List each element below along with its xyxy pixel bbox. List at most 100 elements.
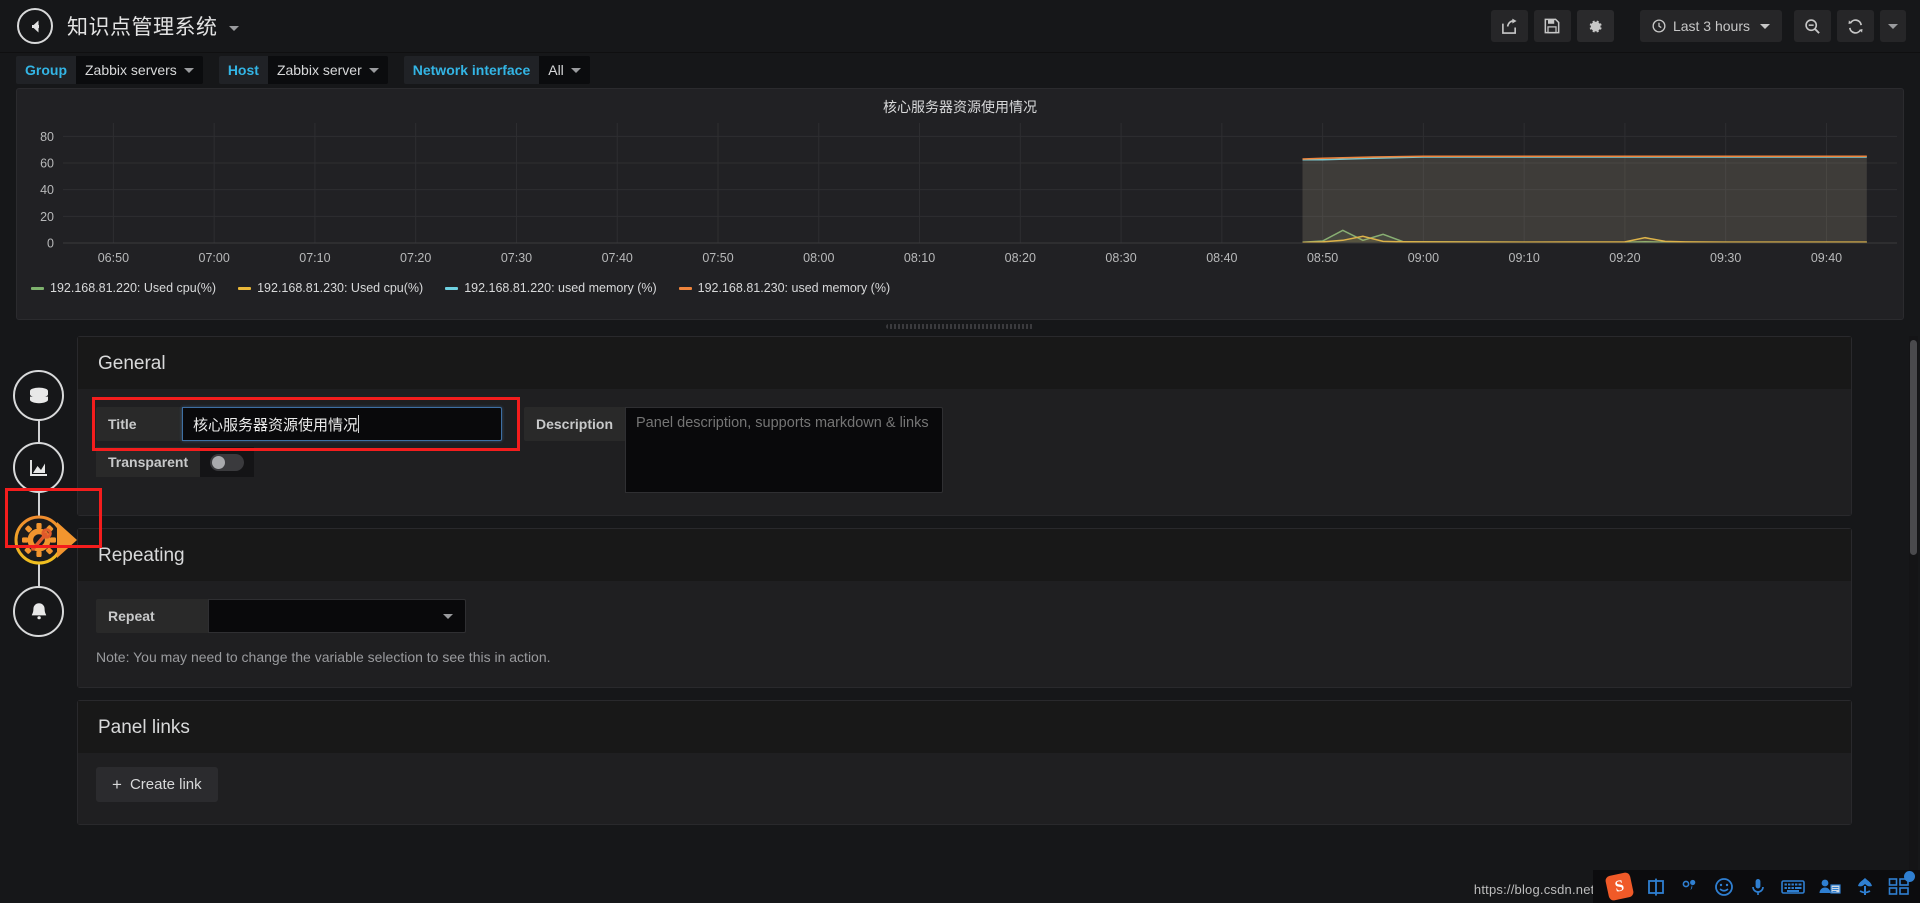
variable-network-interface-label: Network interface: [403, 56, 540, 84]
template-variables-bar: Group Zabbix servers Host Zabbix server …: [0, 53, 1920, 87]
legend-label: 192.168.81.220: used memory (%): [464, 281, 657, 295]
refresh-interval-dropdown[interactable]: [1880, 10, 1906, 42]
variable-group-label: Group: [16, 56, 76, 84]
variable-network-interface: Network interface All: [403, 56, 590, 84]
svg-text:07:10: 07:10: [299, 251, 330, 265]
editor-scrollbar-thumb[interactable]: [1910, 340, 1917, 555]
sogou-logo-icon[interactable]: S: [1604, 871, 1635, 902]
dashboard-title[interactable]: 知识点管理系统: [67, 11, 239, 41]
variable-host-dropdown[interactable]: Zabbix server: [267, 56, 388, 84]
editor-scrollbar-track[interactable]: [1909, 336, 1918, 896]
svg-text:08:10: 08:10: [904, 251, 935, 265]
title-label: Title: [96, 407, 182, 441]
graph-icon: [29, 459, 47, 476]
variable-group-dropdown[interactable]: Zabbix servers: [76, 56, 203, 84]
variable-host-value: Zabbix server: [276, 62, 362, 78]
svg-text:0: 0: [47, 237, 54, 251]
svg-text:80: 80: [40, 130, 54, 144]
graph-panel: 核心服务器资源使用情况 0 20 40 60 80 06:50 07:00 07:10 07:2…: [16, 88, 1904, 320]
queries-tab[interactable]: [13, 370, 64, 421]
repeat-select[interactable]: [208, 599, 466, 633]
soft-keyboard-icon[interactable]: [1781, 876, 1805, 897]
emoji-icon[interactable]: [1713, 876, 1734, 897]
notification-dot: [1904, 871, 1915, 882]
svg-text:07:00: 07:00: [199, 251, 230, 265]
create-link-button[interactable]: + Create link: [96, 767, 218, 802]
legend-item[interactable]: 192.168.81.230: used memory (%): [678, 281, 891, 295]
zoom-out-icon: [1805, 18, 1820, 34]
svg-text:09:10: 09:10: [1509, 251, 1540, 265]
time-range-picker[interactable]: Last 3 hours: [1639, 10, 1782, 42]
share-button[interactable]: [1490, 10, 1528, 42]
variable-network-interface-dropdown[interactable]: All: [539, 56, 590, 84]
toolbox-icon[interactable]: [1854, 876, 1875, 897]
panel-editor-pane: General Title 核心服务器资源使用情况 Transparent De…: [77, 336, 1852, 903]
general-tab[interactable]: [13, 514, 85, 565]
navbar-actions: Last 3 hours: [1485, 10, 1920, 42]
repeating-heading: Repeating: [78, 529, 1851, 581]
panel-links-section: Panel links + Create link: [77, 700, 1852, 825]
legend-label: 192.168.81.230: Used cpu(%): [257, 281, 424, 295]
svg-text:07:20: 07:20: [400, 251, 431, 265]
general-body: Title 核心服务器资源使用情况 Transparent Descriptio…: [78, 389, 1851, 515]
text-caret: [358, 415, 360, 433]
arrow-left-circle-icon: [31, 20, 39, 32]
legend-label: 192.168.81.230: used memory (%): [697, 281, 891, 295]
repeat-label: Repeat: [96, 599, 208, 633]
svg-text:09:20: 09:20: [1609, 251, 1640, 265]
svg-text:40: 40: [40, 183, 54, 197]
back-button[interactable]: [17, 8, 53, 44]
alert-tab[interactable]: [13, 586, 64, 637]
repeating-body: Repeat Note: You may need to change the …: [78, 581, 1851, 687]
svg-text:08:30: 08:30: [1105, 251, 1136, 265]
soft-keyboard-glyph: [1781, 879, 1805, 894]
microphone-icon[interactable]: [1747, 876, 1768, 897]
svg-text:09:30: 09:30: [1710, 251, 1741, 265]
description-input[interactable]: [625, 407, 944, 493]
visualization-tab[interactable]: [13, 442, 64, 493]
panel-links-heading: Panel links: [78, 701, 1851, 753]
timeseries-plot: 0 20 40 60 80 06:50 07:00 07:10 07:20 07:30 07:40 0…: [40, 123, 1897, 265]
ime-toolbar: S: [1593, 870, 1920, 903]
variable-host: Host Zabbix server: [218, 56, 388, 84]
legend-color-swatch: [238, 286, 252, 290]
title-form: Title 核心服务器资源使用情况: [96, 407, 502, 441]
user-card-glyph: [1819, 879, 1841, 894]
title-input[interactable]: 核心服务器资源使用情况: [182, 407, 502, 441]
repeating-section: Repeating Repeat Note: You may need to c…: [77, 528, 1852, 688]
chevron-down-icon: [1888, 23, 1898, 29]
legend-item[interactable]: 192.168.81.220: used memory (%): [445, 281, 657, 295]
share-icon: [1502, 18, 1517, 34]
svg-text:08:40: 08:40: [1206, 251, 1237, 265]
chinese-mode-glyph: [1647, 878, 1664, 896]
refresh-button[interactable]: [1837, 10, 1874, 42]
plot-area[interactable]: 0 20 40 60 80 06:50 07:00 07:10 07:20 07:30 07:40 0…: [17, 115, 1905, 275]
user-card-icon[interactable]: [1818, 876, 1841, 897]
clock-icon: [1652, 19, 1666, 33]
chevron-down-icon: [228, 25, 239, 31]
legend-item[interactable]: 192.168.81.230: Used cpu(%): [238, 281, 423, 295]
legend-item[interactable]: 192.168.81.220: Used cpu(%): [31, 281, 216, 295]
emoji-glyph: [1714, 877, 1733, 896]
save-dashboard-button[interactable]: [1533, 10, 1571, 42]
chinese-mode-icon[interactable]: [1645, 876, 1666, 897]
grafana-panel-editor: 知识点管理系统 Last 3 hours Group Zabbix server…: [0, 0, 1920, 903]
save-icon: [1545, 18, 1560, 34]
transparent-toggle[interactable]: [210, 453, 245, 471]
svg-text:07:40: 07:40: [602, 251, 633, 265]
punctuation-icon[interactable]: [1679, 876, 1700, 897]
variable-group: Group Zabbix servers: [16, 56, 203, 84]
svg-text:09:40: 09:40: [1811, 251, 1842, 265]
chevron-down-icon: [183, 67, 194, 73]
panel-title[interactable]: 核心服务器资源使用情况: [17, 89, 1903, 115]
description-label: Description: [524, 407, 626, 441]
gear-icon: [1589, 20, 1602, 33]
panel-resize-handle[interactable]: [886, 324, 1034, 329]
dashboard-settings-button[interactable]: [1576, 10, 1614, 42]
legend-color-swatch: [31, 286, 44, 290]
chevron-down-icon: [443, 613, 453, 619]
variable-host-label: Host: [218, 56, 268, 84]
zoom-out-time-button[interactable]: [1794, 10, 1831, 42]
sogou-logo-glyph: S: [1613, 876, 1626, 896]
chevron-down-icon: [368, 67, 379, 73]
